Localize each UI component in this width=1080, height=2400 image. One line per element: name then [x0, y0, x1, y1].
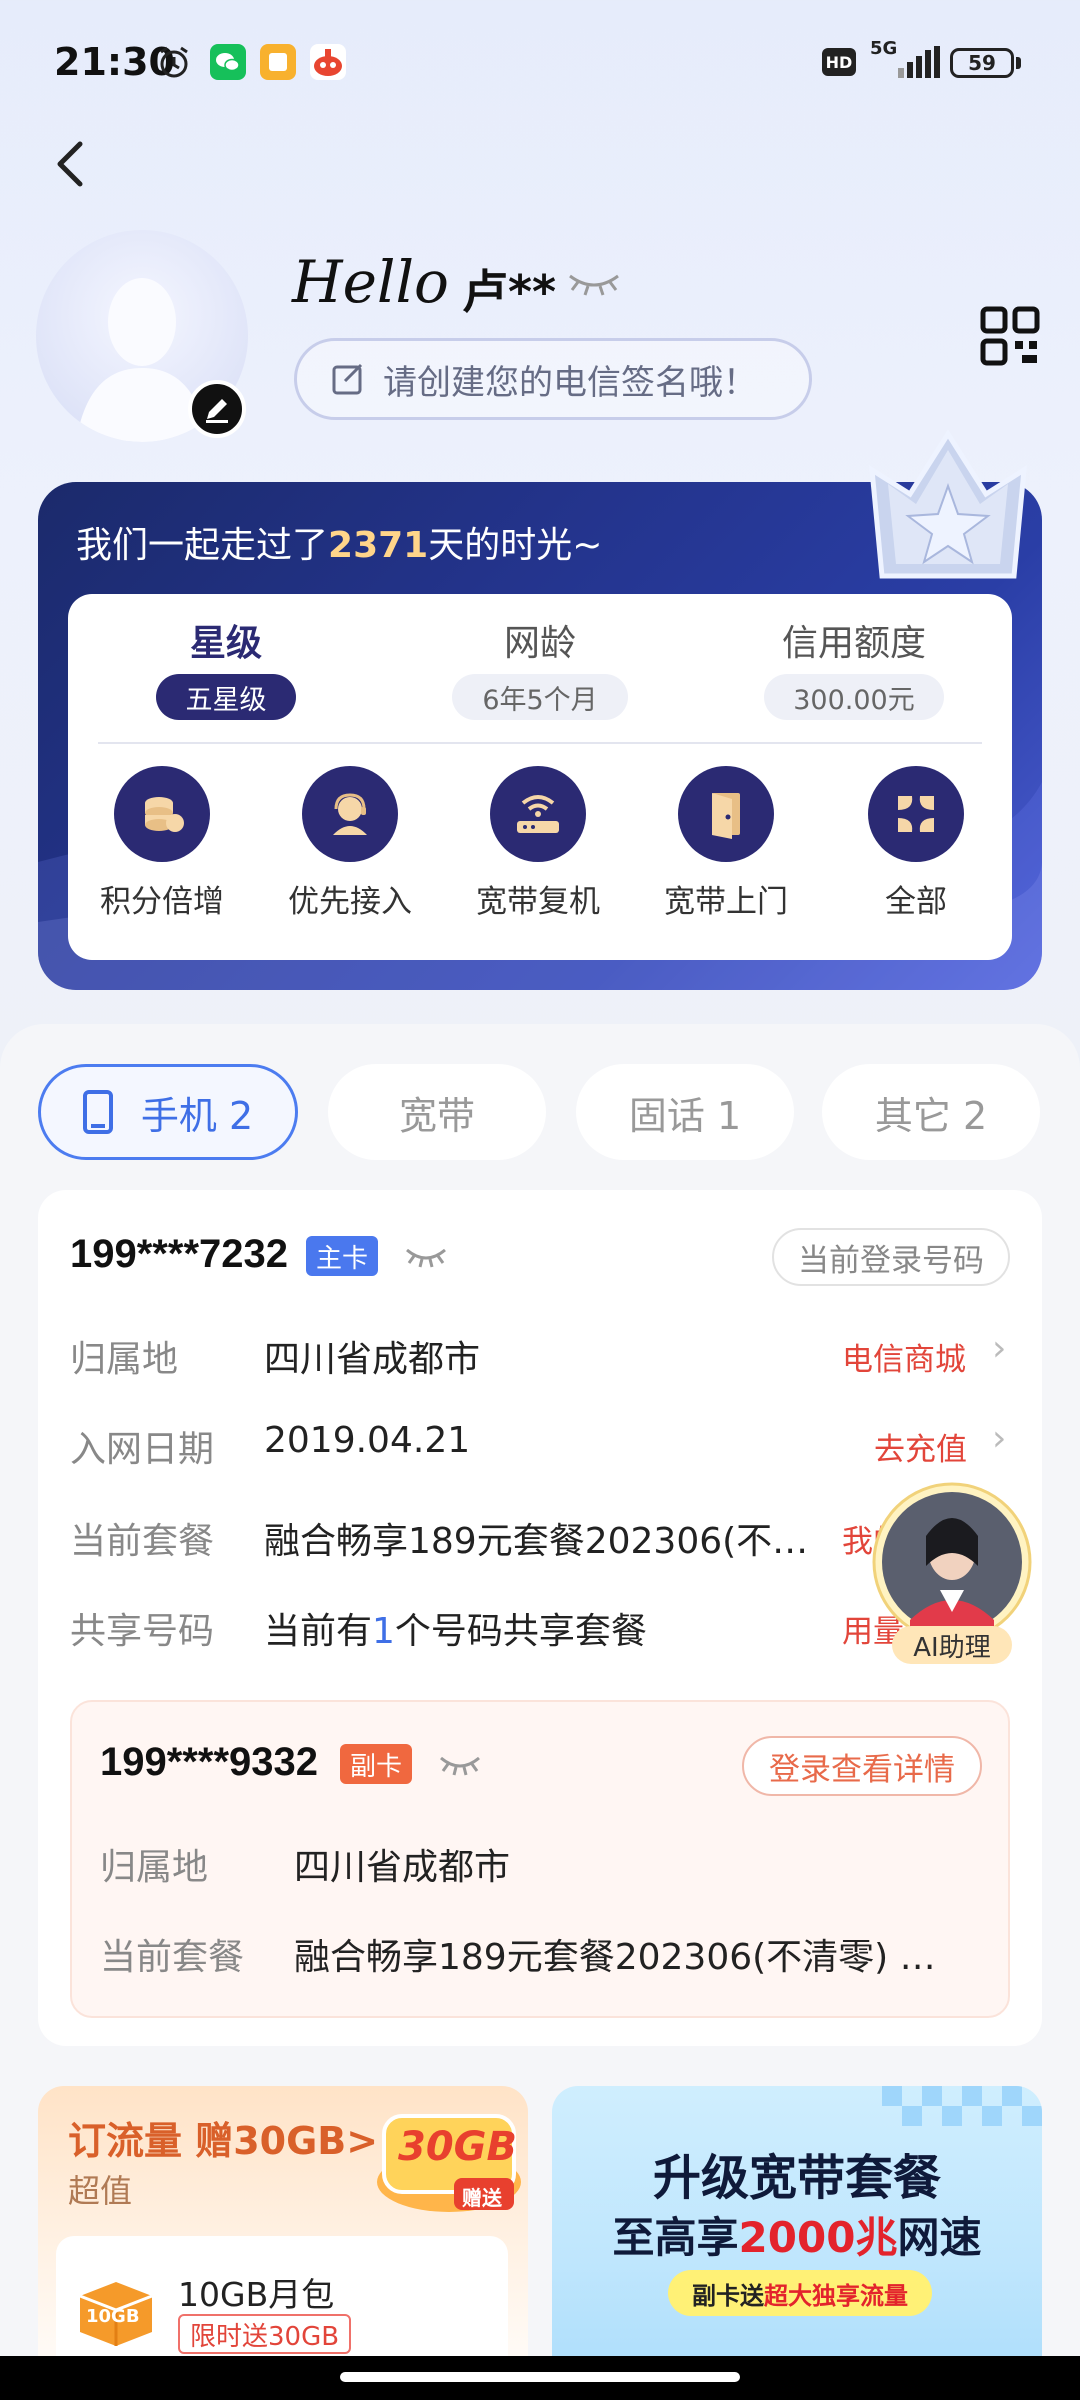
- phone-icon: [82, 1090, 113, 1134]
- telecom-mall-link[interactable]: 电信商城: [842, 1334, 966, 1379]
- signal-icon: [898, 46, 942, 82]
- ai-assistant-button[interactable]: AI助理: [870, 1480, 1034, 1664]
- broadband-promo-speed: 至高享2000兆网速: [612, 2213, 982, 2262]
- tab-broadband[interactable]: 宽带: [328, 1064, 546, 1160]
- edit-note-icon: [332, 363, 363, 395]
- sub-row-location-value: 四川省成都市: [294, 1847, 511, 1888]
- stat-credit-value[interactable]: 300.00元: [764, 674, 944, 720]
- data-pack-name: 10GB月包: [178, 2275, 335, 2314]
- row-plan-value: 融合畅享189元套餐202306(不…: [264, 1521, 809, 1562]
- sub-row-plan-value: 融合畅享189元套餐202306(不清零) …: [294, 1937, 936, 1978]
- days-count: 2371: [328, 525, 429, 566]
- row-location-value: 四川省成都市: [264, 1339, 481, 1380]
- main-line-number: 199****7232: [70, 1232, 288, 1276]
- game-app-icon: [310, 44, 346, 80]
- hide-eye-icon[interactable]: [566, 268, 622, 302]
- ai-assistant-label: AI助理: [892, 1626, 1012, 1664]
- door-icon[interactable]: [678, 766, 774, 862]
- router-icon[interactable]: [490, 766, 586, 862]
- home-indicator[interactable]: [340, 2372, 740, 2382]
- gift-badge-text: 30GB: [398, 2124, 517, 2170]
- service-priority-label[interactable]: 优先接入: [250, 876, 450, 921]
- row-location-label: 归属地: [70, 1339, 179, 1380]
- stat-credit-label: 信用额度: [781, 623, 926, 664]
- login-view-details-button[interactable]: 登录查看详情: [742, 1736, 982, 1796]
- grid-icon[interactable]: [868, 766, 964, 862]
- recharge-link[interactable]: 去充值: [874, 1424, 967, 1469]
- user-name: 卢**: [462, 265, 557, 319]
- battery-indicator: 59: [950, 48, 1014, 78]
- service-points-label[interactable]: 积分倍增: [62, 876, 262, 921]
- service-all-label[interactable]: 全部: [816, 876, 1016, 921]
- hide-number-eye-icon[interactable]: [404, 1244, 448, 1274]
- sub-row-location-label: 归属地: [100, 1847, 209, 1888]
- signature-input[interactable]: 请创建您的电信签名哦！: [294, 338, 812, 420]
- current-login-badge: 当前登录号码: [772, 1228, 1010, 1286]
- alarm-icon: [156, 44, 192, 80]
- wechat-icon: [210, 44, 246, 80]
- broadband-promo-pill: 副卡送 超大独享流量: [668, 2270, 932, 2316]
- main-card-tag: 主卡: [306, 1236, 379, 1276]
- hd-indicator: HD: [822, 48, 856, 76]
- gift-30gb-badge: 30GB 赠送: [374, 2102, 524, 2218]
- row-shared-value: 当前有1个号码共享套餐: [264, 1611, 647, 1652]
- gift-badge-sub: 赠送: [462, 2186, 502, 2210]
- stat-network-age-value[interactable]: 6年5个月: [452, 674, 628, 720]
- stat-star-level-value[interactable]: 五星级: [156, 674, 296, 720]
- sub-line-number: 199****9332: [100, 1740, 318, 1784]
- row-join-date-value: 2019.04.21: [264, 1420, 471, 1461]
- tab-mobile[interactable]: 手机 2: [38, 1064, 298, 1160]
- notes-app-icon: [260, 44, 296, 80]
- agent-icon[interactable]: [302, 766, 398, 862]
- stat-network-age-label: 网龄: [503, 623, 576, 664]
- star-crown-badge: [858, 424, 1038, 594]
- qr-code-icon[interactable]: [980, 306, 1040, 366]
- promo-data-subtitle: 超值: [68, 2172, 133, 2210]
- battery-tip: [1016, 57, 1021, 69]
- back-button[interactable]: [50, 138, 90, 190]
- stat-star-level-label: 星级: [189, 623, 262, 664]
- gift-box-label: 10GB: [86, 2306, 140, 2327]
- gift-box-icon: 10GB: [74, 2270, 158, 2350]
- coins-icon[interactable]: [114, 766, 210, 862]
- chevron-right-icon[interactable]: ›: [992, 1418, 1006, 1459]
- hide-number-eye-icon[interactable]: [438, 1752, 482, 1782]
- service-broadband-restore-label[interactable]: 宽带复机: [438, 876, 638, 921]
- sub-card-tag: 副卡: [340, 1744, 413, 1784]
- promo-data-title[interactable]: 订流量 赠30GB>: [68, 2110, 378, 2165]
- tab-landline[interactable]: 固话 1: [576, 1064, 794, 1160]
- sub-row-plan-label: 当前套餐: [100, 1937, 245, 1978]
- greeting-hello: Hello: [292, 248, 449, 316]
- network-type: 5G: [870, 38, 898, 59]
- data-pack-tag: 限时送30GB: [178, 2314, 352, 2354]
- row-join-date-label: 入网日期: [70, 1429, 215, 1470]
- signature-placeholder: 请创建您的电信签名哦！: [383, 362, 757, 403]
- row-plan-label: 当前套餐: [70, 1521, 215, 1562]
- row-shared-label: 共享号码: [70, 1611, 215, 1652]
- membership-title: 我们一起走过了2371天的时光~: [76, 525, 603, 566]
- broadband-promo-title: 升级宽带套餐: [652, 2150, 941, 2206]
- service-onsite-label[interactable]: 宽带上门: [626, 876, 826, 921]
- tab-other[interactable]: 其它 2: [822, 1064, 1040, 1160]
- chevron-right-icon[interactable]: ›: [992, 1328, 1006, 1369]
- edit-avatar-button[interactable]: [188, 380, 246, 438]
- panel-divider: [98, 742, 982, 744]
